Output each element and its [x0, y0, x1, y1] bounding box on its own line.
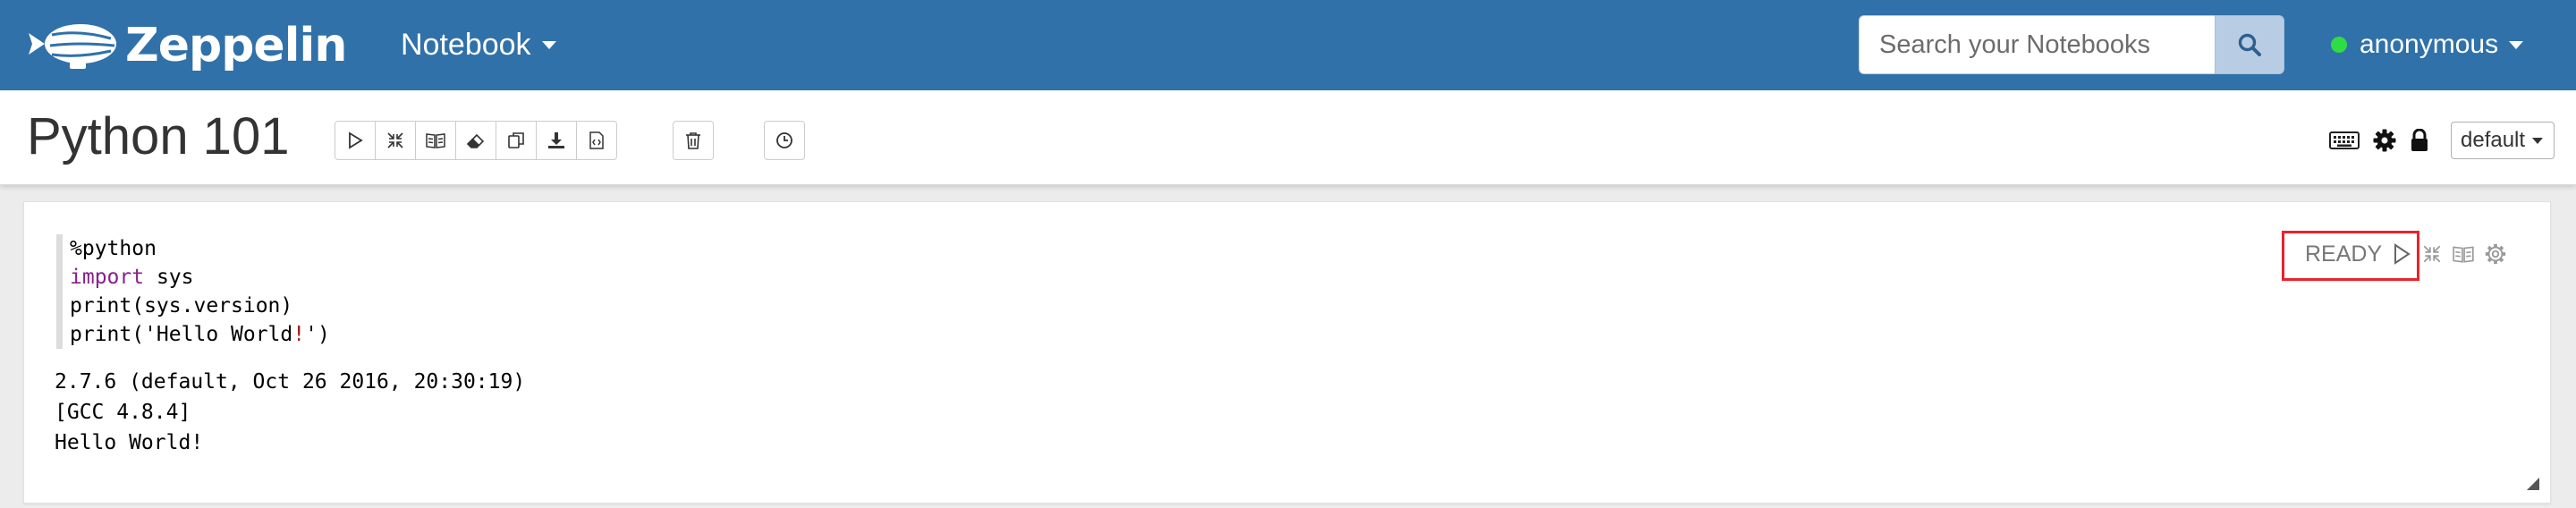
clock-icon — [776, 132, 792, 148]
search-bar — [1859, 15, 2284, 74]
keyboard-shortcut-button[interactable] — [2329, 131, 2360, 150]
notebook-actions-group — [335, 121, 617, 160]
copy-icon — [508, 132, 524, 148]
hide-editor-button[interactable] — [2421, 243, 2443, 265]
notebook-menu[interactable]: Notebook — [401, 21, 556, 68]
search-input[interactable] — [1859, 15, 2215, 74]
permissions-button[interactable] — [2410, 129, 2429, 152]
clear-output-button[interactable] — [455, 121, 496, 160]
chevron-down-icon — [541, 40, 556, 49]
collapse-icon — [387, 132, 403, 148]
interpreter-settings-button[interactable] — [2372, 128, 2397, 153]
export-notebook-button[interactable] — [536, 121, 577, 160]
code-line: print('Hello World!') — [70, 320, 1487, 349]
search-button[interactable] — [2215, 15, 2284, 74]
collapse-icon — [2423, 245, 2441, 263]
code-token: %python — [70, 237, 157, 260]
brand-link[interactable]: Zeppelin — [25, 13, 347, 79]
chevron-down-icon — [2532, 137, 2544, 144]
eraser-icon — [466, 133, 485, 148]
hide-output-button[interactable] — [2452, 243, 2475, 265]
code-token: ! — [292, 323, 306, 346]
notebook-settings-group: default — [2329, 122, 2555, 159]
code-token: sys — [144, 266, 194, 289]
interpreter-binding-select[interactable]: default — [2451, 122, 2555, 159]
code-line: import sys — [70, 263, 1487, 292]
resize-handle-icon[interactable] — [2525, 476, 2539, 490]
zeppelin-logo-icon — [29, 24, 116, 69]
clone-notebook-button[interactable] — [496, 121, 537, 160]
code-line: print(sys.version) — [70, 292, 1487, 320]
user-menu[interactable]: anonymous — [2331, 21, 2524, 68]
scheduler-group — [764, 121, 805, 160]
paragraph: %python import sys print(sys.version) pr… — [23, 201, 2551, 504]
navbar: Zeppelin Notebook anonymous — [0, 0, 2576, 90]
brand-name: Zeppelin — [125, 19, 347, 72]
paragraph-status: READY — [2305, 241, 2383, 267]
play-icon — [2394, 243, 2411, 265]
gear-icon — [2373, 129, 2396, 152]
file-code-icon — [589, 131, 604, 149]
code-editor[interactable]: %python import sys print(sys.version) pr… — [56, 234, 1487, 349]
output-line: 2.7.6 (default, Oct 26 2016, 20:30:19) — [55, 370, 526, 394]
lock-icon — [2411, 129, 2428, 151]
remove-notebook-button[interactable] — [673, 121, 714, 160]
gear-icon — [2485, 243, 2506, 265]
code-line: %python — [70, 234, 1487, 263]
code-token: print('Hello World — [70, 323, 293, 346]
paragraph-controls: READY — [2285, 231, 2507, 277]
notebook-header: Python 101 default — [0, 90, 2576, 185]
code-keyword: import — [70, 266, 145, 289]
trash-icon — [686, 132, 700, 149]
download-icon — [548, 132, 564, 148]
scheduler-button[interactable] — [764, 121, 805, 160]
code-token: print(sys.version) — [70, 294, 293, 318]
trash-group — [673, 121, 714, 160]
hide-code-button[interactable] — [375, 121, 416, 160]
version-control-button[interactable] — [576, 121, 617, 160]
run-paragraph-button[interactable] — [2391, 242, 2412, 266]
keyboard-icon — [2329, 131, 2360, 149]
book-icon — [2453, 246, 2474, 263]
play-icon — [349, 131, 363, 149]
book-icon — [426, 133, 445, 148]
notebook-menu-label: Notebook — [401, 27, 531, 62]
interpreter-selected-value: default — [2461, 128, 2526, 152]
connection-status-dot — [2331, 37, 2347, 53]
paragraph-output: 2.7.6 (default, Oct 26 2016, 20:30:19) [G… — [55, 367, 525, 458]
search-icon — [2238, 33, 2261, 56]
output-line: [GCC 4.8.4] — [55, 401, 191, 424]
notebook-title[interactable]: Python 101 — [27, 106, 289, 166]
output-line: Hello World! — [55, 431, 204, 454]
hide-output-button[interactable] — [415, 121, 456, 160]
chevron-down-icon — [2509, 40, 2524, 49]
username: anonymous — [2360, 30, 2499, 59]
code-token: ') — [305, 323, 330, 346]
paragraph-settings-button[interactable] — [2484, 242, 2507, 266]
run-all-button[interactable] — [335, 121, 376, 160]
